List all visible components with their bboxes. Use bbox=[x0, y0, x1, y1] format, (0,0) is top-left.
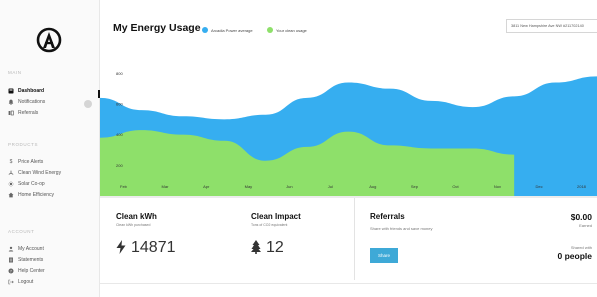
y-tick-label: 800 bbox=[116, 71, 123, 76]
sidebar-item-label: Referrals bbox=[18, 110, 39, 116]
help-icon: ? bbox=[8, 268, 14, 274]
arcadia-logo[interactable] bbox=[36, 26, 62, 54]
referrals-title: Referrals bbox=[370, 212, 405, 221]
svg-text:?: ? bbox=[10, 269, 12, 273]
clean-kwh-value: 14871 bbox=[131, 239, 176, 256]
dollar-icon: $ bbox=[9, 159, 13, 165]
sidebar-item-my-account[interactable]: My Account bbox=[8, 245, 44, 253]
energy-chart-svg: 800 600 400 200 Feb Mar Apr May Jun Jul Aug Sep Oct N… bbox=[100, 71, 597, 196]
sidebar: MAIN Dashboard Notifications Referrals P… bbox=[0, 0, 100, 297]
sidebar-item-label: Price Alerts bbox=[18, 159, 44, 165]
earned-value: $0.00 bbox=[570, 212, 592, 222]
x-tick-label: Apr bbox=[203, 184, 210, 189]
x-tick-label: Nov bbox=[494, 184, 501, 189]
home-icon bbox=[8, 192, 14, 198]
sidebar-item-clean-wind-energy[interactable]: Clean Wind Energy bbox=[8, 169, 61, 177]
share-button[interactable]: Share bbox=[370, 248, 398, 263]
x-tick-label: Aug bbox=[369, 184, 376, 189]
x-tick-label: 2018 bbox=[577, 184, 587, 189]
sidebar-item-dashboard[interactable]: Dashboard bbox=[8, 87, 44, 95]
legend-label: Arcadia Power average bbox=[211, 27, 253, 33]
lightning-icon bbox=[116, 239, 126, 257]
tree-icon bbox=[251, 239, 261, 257]
earned-label: Earned bbox=[579, 223, 592, 228]
sidebar-item-label: Statements bbox=[18, 257, 44, 263]
sidebar-item-notifications[interactable]: Notifications bbox=[8, 98, 45, 106]
sidebar-item-label: Dashboard bbox=[18, 88, 45, 94]
sidebar-item-label: Clean Wind Energy bbox=[18, 170, 62, 176]
clean-impact-stat: 12 bbox=[251, 239, 284, 257]
shared-with-label: Shared with bbox=[570, 245, 592, 250]
x-tick-label: Feb bbox=[120, 184, 128, 189]
dashboard-icon bbox=[8, 88, 14, 94]
x-tick-label: May bbox=[245, 184, 253, 189]
sidebar-item-home-efficiency[interactable]: Home Efficiency bbox=[8, 191, 54, 199]
y-tick-label: 400 bbox=[116, 132, 123, 137]
sidebar-item-label: Notifications bbox=[18, 99, 46, 105]
sidebar-item-label: Home Efficiency bbox=[18, 192, 55, 198]
x-tick-label: Jun bbox=[286, 184, 292, 189]
wind-icon bbox=[8, 170, 14, 176]
user-icon bbox=[8, 246, 14, 252]
y-tick-label: 200 bbox=[116, 163, 123, 168]
sidebar-item-label: Logout bbox=[18, 279, 34, 285]
page-title: My Energy Usage bbox=[113, 22, 201, 34]
y-tick-label: 600 bbox=[116, 102, 123, 107]
sidebar-item-help-center[interactable]: ? Help Center bbox=[8, 267, 45, 275]
sidebar-item-price-alerts[interactable]: $ Price Alerts bbox=[8, 158, 44, 166]
x-tick-label: Mar bbox=[162, 184, 170, 189]
sidebar-item-label: Help Center bbox=[18, 268, 45, 274]
sidebar-item-statements[interactable]: Statements bbox=[8, 256, 43, 264]
x-tick-label: Jul bbox=[328, 184, 333, 189]
referrals-icon bbox=[8, 110, 14, 116]
clean-kwh-title: Clean kWh bbox=[116, 212, 157, 221]
address-selector[interactable]: 3811 New Hampshire Ave NW #211702140 bbox=[506, 19, 597, 33]
x-tick-label: Oct bbox=[452, 184, 459, 189]
sidebar-item-solar-coop[interactable]: Solar Co-op bbox=[8, 180, 45, 188]
card-divider bbox=[354, 198, 355, 280]
bell-icon bbox=[8, 99, 14, 105]
document-icon bbox=[8, 257, 14, 263]
sidebar-item-label: My Account bbox=[18, 246, 44, 252]
legend-item-clean-usage: Your clean usage bbox=[267, 27, 307, 33]
sidebar-section-products: PRODUCTS bbox=[8, 142, 39, 147]
legend-swatch bbox=[202, 27, 208, 33]
referrals-subtitle: Share with friends and save money bbox=[370, 226, 433, 231]
clean-kwh-stat: 14871 bbox=[116, 239, 176, 257]
energy-usage-chart: 800 600 400 200 Feb Mar Apr May Jun Jul Aug Sep Oct N… bbox=[100, 58, 597, 196]
clean-impact-value: 12 bbox=[266, 239, 284, 256]
clean-kwh-subtitle: Clean kWh purchased bbox=[116, 223, 151, 227]
legend-swatch bbox=[267, 27, 273, 33]
sidebar-item-logout[interactable]: Logout bbox=[8, 278, 33, 286]
notification-badge bbox=[84, 100, 92, 108]
legend-item-arcadia-average: Arcadia Power average bbox=[202, 27, 253, 33]
clean-impact-subtitle: Tons of CO2 equivalent bbox=[251, 223, 288, 227]
legend-label: Your clean usage bbox=[276, 27, 307, 33]
x-tick-label: Dec bbox=[535, 184, 542, 189]
sidebar-section-main: MAIN bbox=[8, 70, 22, 75]
x-tick-label: Sep bbox=[411, 184, 419, 189]
sidebar-item-label: Solar Co-op bbox=[18, 181, 45, 187]
clean-impact-title: Clean Impact bbox=[251, 212, 301, 221]
sidebar-item-referrals[interactable]: Referrals bbox=[8, 109, 38, 117]
logout-icon bbox=[8, 279, 14, 285]
bottom-divider bbox=[100, 283, 597, 284]
main-content: My Energy Usage Arcadia Power average Yo… bbox=[100, 0, 597, 297]
sun-icon bbox=[8, 181, 14, 187]
shared-with-value: 0 people bbox=[557, 251, 592, 261]
app-window: MAIN Dashboard Notifications Referrals P… bbox=[0, 0, 597, 297]
sidebar-section-account: ACCOUNT bbox=[8, 229, 35, 234]
